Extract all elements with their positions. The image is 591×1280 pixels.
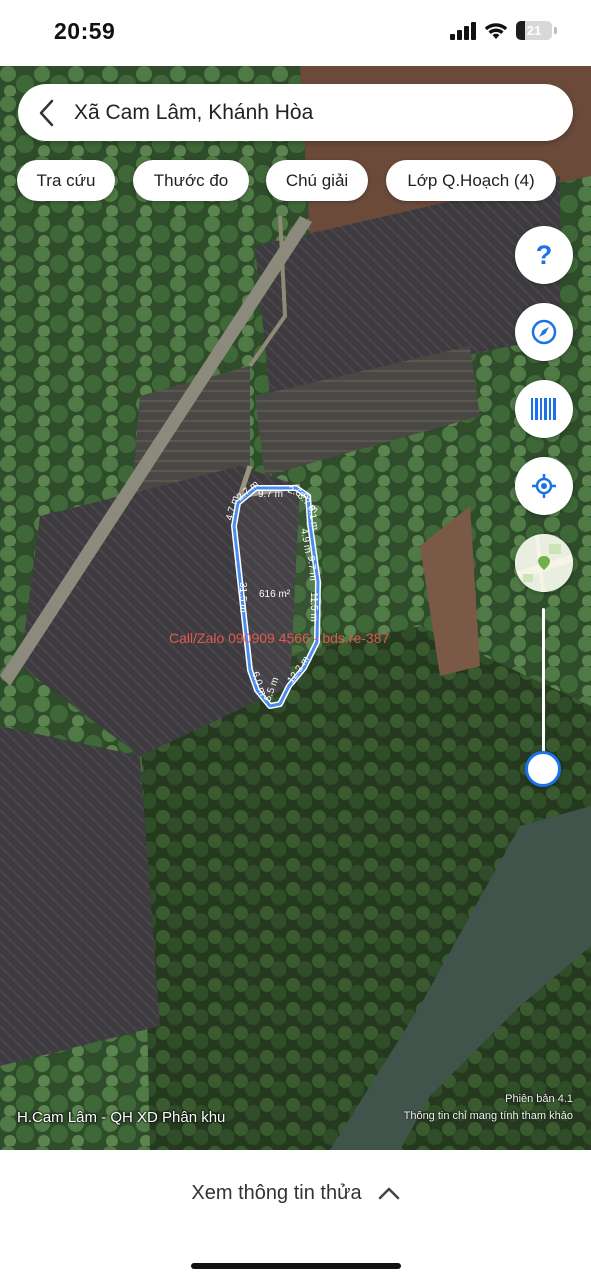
help-icon: ? [535,239,553,270]
wifi-icon [484,22,508,39]
edge-label: 11.5 m [308,592,319,622]
plan-name-label: H.Cam Lâm - QH XD Phân khu [17,1109,226,1126]
locate-icon [532,474,556,498]
view-parcel-info-label: Xem thông tin thửa [191,1181,362,1204]
status-time: 20:59 [54,18,116,44]
chip-lop-quy-hoach[interactable]: Lớp Q.Hoạch (4) [386,160,556,201]
version-label: Phiên bản 4.1 [505,1093,573,1105]
satellite-map[interactable]: 4.7 m 2.7 m 9.7 m 2.6 m 3.7 m 6.1 m 4.9 … [0,66,591,1150]
barcode-button[interactable] [515,380,573,438]
battery-nub [554,27,557,34]
locate-button[interactable] [515,457,573,515]
status-bar: 20:59 21 [0,0,591,66]
chevron-up-icon [378,1187,399,1200]
view-parcel-info-button[interactable]: Xem thông tin thửa [0,1178,591,1208]
home-indicator[interactable] [191,1263,401,1269]
location-title[interactable]: Xã Cam Lâm, Khánh Hòa [74,101,313,125]
zoom-slider-track[interactable] [542,608,545,766]
compass-icon [531,319,557,345]
parcel-outline[interactable]: 4.7 m 2.7 m 9.7 m 2.6 m 3.7 m 6.1 m 4.9 … [0,66,591,1150]
chevron-left-icon[interactable] [18,84,74,141]
chip-tra-cuu[interactable]: Tra cứu [17,160,115,201]
battery-level: 21 [526,23,542,38]
watermark-text: Call/Zalo 090909 4566 - bds.re-387 [169,630,390,646]
chip-chu-giai[interactable]: Chú giải [266,160,368,201]
edge-label: 9.7 m [305,555,318,581]
map-layer-button[interactable] [515,534,573,592]
parcel-area-label: 616 m² [259,589,291,600]
chip-thuoc-do[interactable]: Thước đo [133,160,249,201]
edge-label: 31.5 m [237,582,248,613]
status-icons: 21 [450,21,557,40]
battery-icon: 21 [516,21,552,40]
help-button[interactable]: ? [515,226,573,284]
edge-label: 9.7 m [258,489,283,500]
map-layer-icon [515,534,573,592]
barcode-icon [531,398,556,420]
bottom-panel: Xem thông tin thửa [0,1150,591,1280]
disclaimer-label: Thông tin chỉ mang tính tham khảo [403,1110,573,1122]
zoom-slider-handle[interactable] [525,751,561,787]
compass-button[interactable] [515,303,573,361]
cellular-signal-icon [450,21,476,40]
search-bar[interactable]: Xã Cam Lâm, Khánh Hòa [18,84,573,141]
